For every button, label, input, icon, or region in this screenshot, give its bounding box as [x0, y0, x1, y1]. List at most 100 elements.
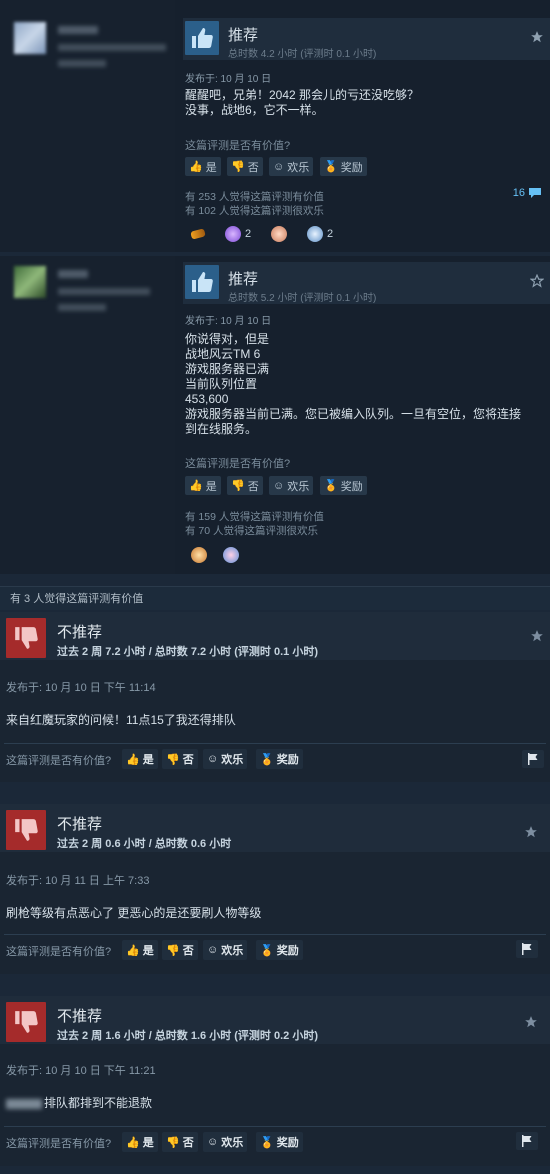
report-button[interactable] — [522, 750, 544, 768]
award-item[interactable] — [223, 545, 243, 565]
review-card-2: 推荐 总时数 5.2 小时 (评测时 0.1 小时) 发布于: 10 月 10 … — [0, 256, 550, 574]
award-item[interactable] — [191, 545, 211, 565]
thumb-up-icon — [185, 265, 219, 299]
award-icon: 🏅 — [324, 161, 338, 173]
thumb-down-icon: 👎 — [166, 1136, 180, 1149]
award-icon: 🏅 — [260, 944, 274, 957]
vote-yes-label: 是 — [142, 1137, 154, 1149]
comment-count[interactable]: 16 — [513, 187, 542, 199]
vote-yes-label: 是 — [205, 161, 217, 174]
posted-date: 发布于: 10 月 11 日 上午 7:33 — [6, 875, 150, 887]
report-button[interactable] — [516, 940, 538, 958]
star-icon[interactable] — [524, 825, 538, 839]
thumb-down-icon — [6, 618, 46, 658]
vote-no-label: 否 — [182, 754, 194, 766]
funny-count: 有 102 人觉得这篇评测很欢乐 — [185, 205, 324, 217]
award-icon — [307, 226, 323, 242]
thumb-down-icon: 👎 — [166, 753, 180, 766]
vote-yes-label: 是 — [142, 754, 154, 766]
vote-no-button[interactable]: 👎 否 — [162, 1132, 198, 1152]
award-item[interactable] — [190, 224, 209, 244]
vote-funny-button[interactable]: ☺ 欢乐 — [203, 1132, 248, 1152]
vote-yes-button[interactable]: 👍 是 — [122, 1132, 158, 1152]
avatar[interactable] — [14, 266, 46, 298]
review-vote-header[interactable]: 不推荐 过去 2 周 1.6 小时 / 总时数 1.6 小时 (评测时 0.2 … — [0, 996, 550, 1044]
review-vote-header[interactable]: 不推荐 过去 2 周 0.6 小时 / 总时数 0.6 小时 — [0, 804, 550, 852]
award-count: 2 — [245, 228, 252, 240]
posted-date: 发布于: 10 月 10 日 下午 11:21 — [6, 1065, 156, 1077]
vote-funny-button[interactable]: ☺ 欢乐 — [269, 157, 314, 176]
vote-no-label: 否 — [247, 480, 259, 493]
star-icon[interactable] — [524, 1015, 538, 1029]
vote-funny-label: 欢乐 — [221, 754, 244, 766]
divider — [4, 1126, 546, 1127]
author-games-owned — [58, 44, 166, 51]
author-name[interactable] — [58, 26, 98, 34]
review-vote-header[interactable]: 推荐 总时数 4.2 小时 (评测时 0.1 小时) — [183, 18, 550, 60]
award-label: 奖励 — [340, 161, 363, 174]
review-text: 排队都排到不能退款 — [6, 1094, 152, 1111]
smile-icon: ☺ — [207, 1136, 219, 1148]
award-button[interactable]: 🏅 奖励 — [256, 749, 303, 769]
vote-funny-button[interactable]: ☺ 欢乐 — [203, 749, 248, 769]
avatar[interactable] — [14, 22, 46, 54]
review-hours: 过去 2 周 0.6 小时 / 总时数 0.6 小时 — [57, 838, 232, 850]
award-icon — [223, 547, 239, 563]
award-icon — [191, 547, 207, 563]
thumb-up-icon: 👍 — [189, 161, 203, 173]
award-button[interactable]: 🏅 奖励 — [256, 1132, 303, 1152]
vote-funny-button[interactable]: ☺ 欢乐 — [203, 940, 248, 960]
vote-yes-button[interactable]: 👍 是 — [122, 749, 158, 769]
review-text: 醒醒吧，兄弟！2042 那会儿的亏还没吃够？ 没事，战地6，它不一样。 — [185, 88, 420, 117]
award-item[interactable] — [271, 224, 291, 244]
star-icon[interactable] — [530, 30, 544, 44]
divider — [4, 934, 546, 935]
report-button[interactable] — [516, 1132, 538, 1150]
vote-yes-button[interactable]: 👍 是 — [185, 157, 221, 176]
author-name[interactable] — [58, 270, 88, 278]
thumb-up-icon: 👍 — [126, 753, 140, 766]
review-card-5: 不推荐 过去 2 周 1.6 小时 / 总时数 1.6 小时 (评测时 0.2 … — [0, 996, 550, 1166]
award-icon — [225, 226, 241, 242]
vote-yes-label: 是 — [142, 945, 154, 957]
smile-icon: ☺ — [273, 479, 285, 492]
review-vote-header[interactable]: 推荐 总时数 5.2 小时 (评测时 0.1 小时) — [183, 262, 550, 304]
thumb-down-icon — [6, 810, 46, 850]
comment-icon — [529, 188, 541, 198]
vote-no-button[interactable]: 👎 否 — [162, 940, 198, 960]
comment-count-value: 16 — [512, 187, 525, 199]
award-button[interactable]: 🏅 奖励 — [320, 476, 367, 495]
thumb-up-icon: 👍 — [189, 480, 203, 492]
vote-no-label: 否 — [247, 161, 259, 174]
vote-no-button[interactable]: 👎 否 — [227, 157, 263, 176]
award-icon: 🏅 — [324, 480, 338, 492]
review-verdict: 不推荐 — [57, 816, 103, 833]
vote-no-label: 否 — [182, 945, 194, 957]
thumb-down-icon — [6, 1002, 46, 1042]
star-icon[interactable] — [530, 629, 544, 643]
thumb-up-icon: 👍 — [126, 1136, 140, 1149]
award-button[interactable]: 🏅 奖励 — [256, 940, 303, 960]
review-vote-header[interactable]: 不推荐 过去 2 周 7.2 小时 / 总时数 7.2 小时 (评测时 0.1 … — [0, 612, 550, 660]
helpful-count: 有 253 人觉得这篇评测有价值 — [185, 191, 324, 203]
vote-funny-button[interactable]: ☺ 欢乐 — [269, 476, 314, 495]
review-text: 来自红魔玩家的问候！11点15了我还得排队 — [6, 713, 236, 727]
posted-date: 发布于: 10 月 10 日 — [185, 74, 272, 85]
review-verdict: 不推荐 — [57, 1008, 103, 1025]
award-button[interactable]: 🏅 奖励 — [320, 157, 367, 176]
funny-count: 有 70 人觉得这篇评测很欢乐 — [185, 525, 319, 537]
award-item[interactable]: 2 — [225, 224, 251, 244]
helpful-question: 这篇评测是否有价值? — [6, 755, 112, 767]
thumb-down-icon: 👎 — [231, 480, 245, 492]
award-item[interactable]: 2 — [307, 224, 333, 244]
star-icon[interactable] — [530, 274, 544, 288]
vote-yes-button[interactable]: 👍 是 — [122, 940, 158, 960]
vote-yes-button[interactable]: 👍 是 — [185, 476, 221, 495]
vote-no-button[interactable]: 👎 否 — [227, 476, 263, 495]
vote-no-button[interactable]: 👎 否 — [162, 749, 198, 769]
thumb-up-icon — [185, 21, 219, 55]
review-hours: 过去 2 周 7.2 小时 / 总时数 7.2 小时 (评测时 0.1 小时) — [57, 646, 318, 658]
author-games-owned — [58, 288, 150, 295]
award-icon — [271, 226, 287, 242]
helpful-question: 这篇评测是否有价值? — [185, 458, 291, 470]
